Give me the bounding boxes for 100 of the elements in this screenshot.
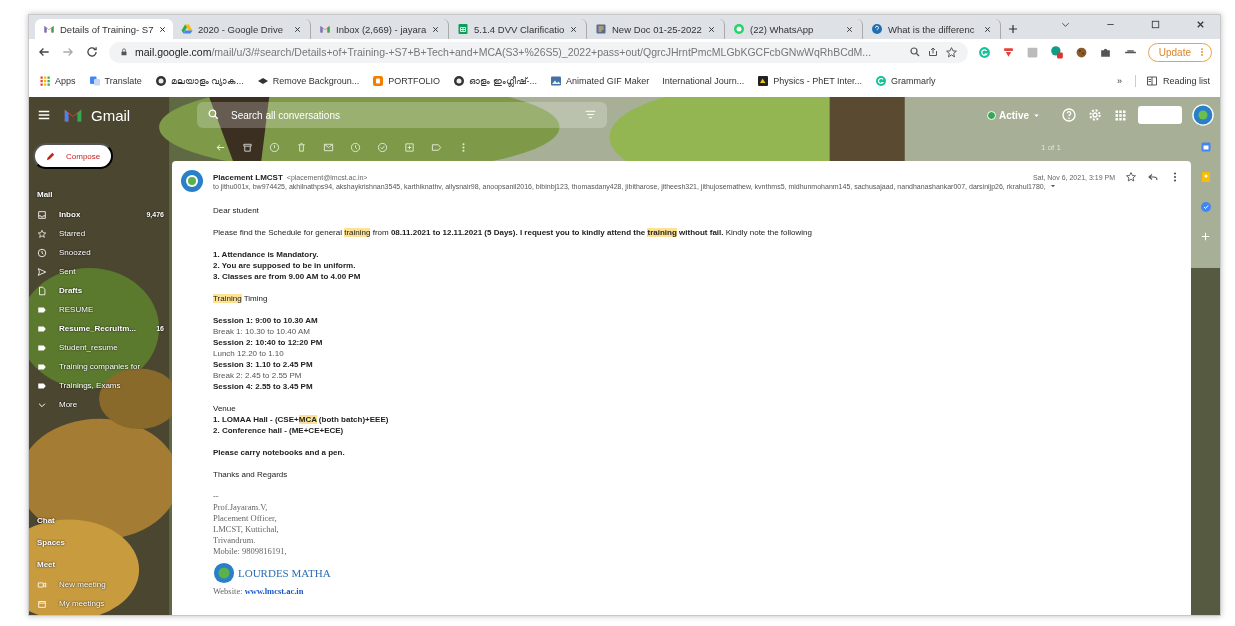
reload-icon[interactable] [85, 45, 99, 59]
email-text-line: Thanks and Regards [213, 469, 289, 480]
search-icon[interactable] [207, 108, 220, 121]
nav-item[interactable]: Student_resume [33, 338, 172, 357]
email-text-line: 1. LOMAA Hall - (CSE+MCA (both batch)+EEE) [213, 414, 390, 425]
reply-icon[interactable] [1147, 171, 1159, 183]
extension-icon[interactable] [1001, 45, 1015, 59]
star-icon [37, 228, 47, 239]
close-icon[interactable] [431, 24, 441, 34]
star-icon[interactable] [1125, 171, 1137, 183]
archive-icon[interactable] [242, 141, 253, 153]
close-icon[interactable] [983, 24, 992, 34]
bookmark[interactable]: PORTFOLIO [372, 75, 441, 87]
email-text-line: Please find the Schedule for general training from 08.11.2021 to 12.11.2021 (5 Days). I request you to kindly attend the training without fail. Kindly note the following [213, 227, 813, 238]
email-text-line: 2. You are supposed to be in uniform. [213, 260, 357, 271]
m-logo-icon [43, 23, 55, 35]
email-text-line: Break 1: 10.30 to 10.40 AM [213, 326, 311, 337]
zoom-icon[interactable] [908, 46, 921, 58]
extension-icon[interactable] [1049, 45, 1064, 59]
nav-item[interactable]: Snoozed [33, 243, 172, 262]
browser-tab[interactable]: Details of Training- S7 [35, 19, 173, 39]
email-text-line: Venue [213, 403, 237, 414]
image-icon [550, 75, 563, 87]
bookmark[interactable]: International Journ... [662, 76, 745, 86]
share-icon[interactable] [926, 46, 939, 58]
diamond-icon [256, 75, 269, 87]
nav-item[interactable]: RESUME [33, 300, 172, 319]
pencil-icon [45, 150, 56, 162]
square-logo-icon [372, 75, 385, 87]
maximize-icon[interactable] [1150, 19, 1161, 30]
address-bar[interactable]: mail.google.com/mail/u/3/#search/Details+of+Training-+S7+B+Tech+and+MCA(S3+%26S5)_2022+pass+out/QgrcJHrntPmcMLGbKGCFcbGNwWqRhBCdM... [109, 41, 968, 63]
compose-button[interactable]: Compose [33, 143, 113, 169]
email-text-line: Dear student [213, 205, 260, 216]
sender-name: Placement LMCST [213, 172, 283, 182]
bookmark-star-icon[interactable] [944, 45, 958, 59]
details-caret-icon[interactable] [1048, 182, 1057, 190]
signature-line: -- [213, 491, 220, 502]
nav-item[interactable]: Sent [33, 262, 172, 281]
reading-list-icon [1145, 75, 1158, 87]
close-icon[interactable] [707, 24, 716, 34]
question-bubble-icon [871, 23, 883, 35]
email-text-line: Session 3: 1.10 to 2.45 PM [213, 359, 314, 370]
section-heading: Spaces [36, 536, 67, 549]
calendar-icon[interactable] [1199, 141, 1212, 153]
email-text-line: Session 1: 9:00 to 10.30 AM [213, 315, 319, 326]
video-icon [37, 579, 47, 590]
bookmark[interactable]: Physics - PhET Inter... [757, 75, 863, 87]
document-icon [595, 23, 607, 35]
email-text-line: Break 2: 2.45 to 2.55 PM [213, 370, 303, 381]
nav-item[interactable]: Training companies for [33, 357, 172, 376]
email-text-line: Session 4: 2.55 to 3.45 PM [213, 381, 314, 392]
circle-logo-icon [453, 75, 466, 87]
close-icon[interactable] [293, 24, 302, 34]
sender-avatar-icon [180, 169, 204, 193]
file-icon [37, 285, 47, 296]
email-text-line: Lunch 12.20 to 1.10 [213, 348, 285, 359]
move-icon[interactable] [404, 141, 415, 153]
g-circle-icon [875, 75, 888, 87]
clock-icon [37, 247, 47, 258]
tasks-icon[interactable] [1199, 201, 1212, 213]
email-text-line: Training Timing [213, 293, 269, 304]
website-link[interactable]: www.lmcst.ac.in [244, 586, 304, 596]
close-icon[interactable] [845, 24, 854, 34]
website-line: Website: www.lmcst.ac.in [213, 586, 305, 597]
calendar-icon [37, 598, 47, 609]
email-text-line: 1. Attendance is Mandatory. [213, 249, 320, 260]
close-icon[interactable] [569, 24, 579, 34]
bookmark[interactable]: മലയാളം വ്യാക... [154, 75, 244, 87]
section-heading: Mail [36, 188, 54, 201]
bookmark[interactable]: ഓളം ഇംഗ്ലീഷ്-... [453, 75, 538, 87]
back-icon[interactable] [37, 45, 51, 59]
email-text-line: Please carry notebooks and a pen. [213, 447, 346, 458]
spreadsheet-icon [457, 23, 469, 35]
cookie-icon[interactable] [1074, 45, 1088, 59]
bookmark[interactable]: Animated GIF Maker [550, 75, 650, 87]
menu-icon[interactable] [37, 108, 51, 122]
section-heading: Meet [36, 558, 57, 571]
reading-list-button[interactable]: Reading list [1134, 75, 1210, 87]
m-logo-icon [319, 23, 331, 35]
lock-icon [119, 47, 129, 57]
bookmark[interactable]: Translate [88, 75, 142, 87]
nav-item[interactable]: Trainings, Exams [33, 376, 172, 395]
signature-line: Trivandrum. [213, 535, 257, 546]
email-text-line: 3. Classes are from 9.00 AM to 4.00 PM [213, 271, 362, 282]
avatar-icon[interactable] [1192, 104, 1214, 126]
nav-item[interactable]: Drafts [33, 281, 172, 300]
close-icon[interactable] [158, 24, 168, 34]
section-heading: Chat [36, 514, 56, 527]
email-text-line: Session 2: 10:40 to 12:20 PM [213, 337, 324, 348]
bookmark[interactable]: Apps [39, 75, 76, 87]
send-icon [37, 266, 47, 277]
bookmark[interactable]: Remove Backgroun... [256, 75, 360, 87]
close-icon[interactable] [1195, 19, 1206, 30]
new-tab-icon[interactable] [1007, 23, 1019, 35]
inbox-icon [37, 209, 47, 220]
nav-item[interactable]: More [33, 395, 172, 414]
bookmark[interactable]: Grammarly [875, 75, 936, 87]
more-bookmarks[interactable]: » [1116, 76, 1122, 86]
nav-item[interactable]: Starred [33, 224, 172, 243]
translate-icon [88, 75, 101, 87]
